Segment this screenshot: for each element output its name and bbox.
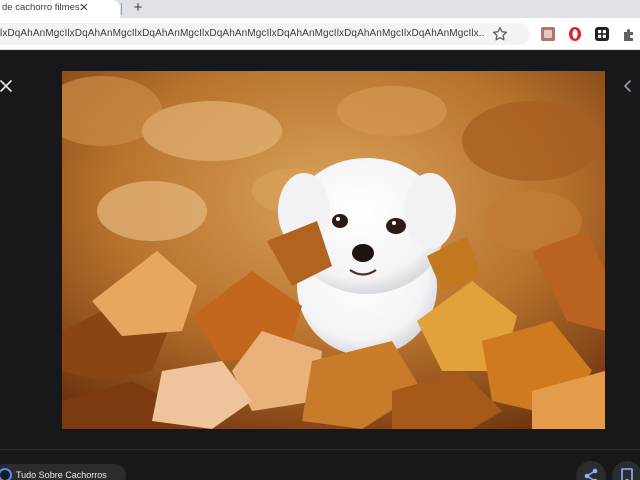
puzzle-icon[interactable]: [621, 26, 637, 42]
image-viewer-panel: Tudo Sobre Cachorros: [0, 51, 640, 480]
save-button[interactable]: [612, 461, 640, 480]
close-icon[interactable]: [0, 79, 13, 93]
grid-extension-icon[interactable]: [594, 26, 610, 42]
address-bar[interactable]: lxDqAhAnMgcIlxDqAhAnMgcIlxDqAhAnMgcIlxDq…: [0, 23, 530, 45]
divider: [0, 449, 640, 450]
extension-icon[interactable]: [540, 26, 556, 42]
opera-icon[interactable]: [567, 26, 583, 42]
address-bar-url[interactable]: lxDqAhAnMgcIlxDqAhAnMgcIlxDqAhAnMgcIlxDq…: [0, 28, 484, 39]
puppy-in-leaves-photo: [62, 71, 605, 429]
chevron-left-icon[interactable]: [622, 79, 634, 93]
star-icon[interactable]: [491, 25, 509, 43]
preview-image[interactable]: [62, 71, 605, 429]
tab-close-icon[interactable]: ✕: [77, 2, 91, 16]
share-icon: [584, 468, 598, 480]
tab-title: de cachorro filmes: c: [2, 2, 82, 13]
tab-separator: [121, 3, 122, 15]
share-button[interactable]: [576, 461, 606, 480]
browser-toolbar: lxDqAhAnMgcIlxDqAhAnMgcIlxDqAhAnMgcIlxDq…: [0, 18, 640, 50]
site-favicon-icon: [0, 468, 12, 480]
new-tab-button[interactable]: +: [130, 0, 146, 16]
bookmark-icon: [621, 468, 633, 480]
source-site-link[interactable]: Tudo Sobre Cachorros: [0, 464, 126, 480]
tab-strip: de cachorro filmes: c ✕ +: [0, 0, 640, 18]
browser-tab[interactable]: de cachorro filmes: c ✕: [0, 0, 120, 18]
source-site-label: Tudo Sobre Cachorros: [16, 470, 107, 480]
